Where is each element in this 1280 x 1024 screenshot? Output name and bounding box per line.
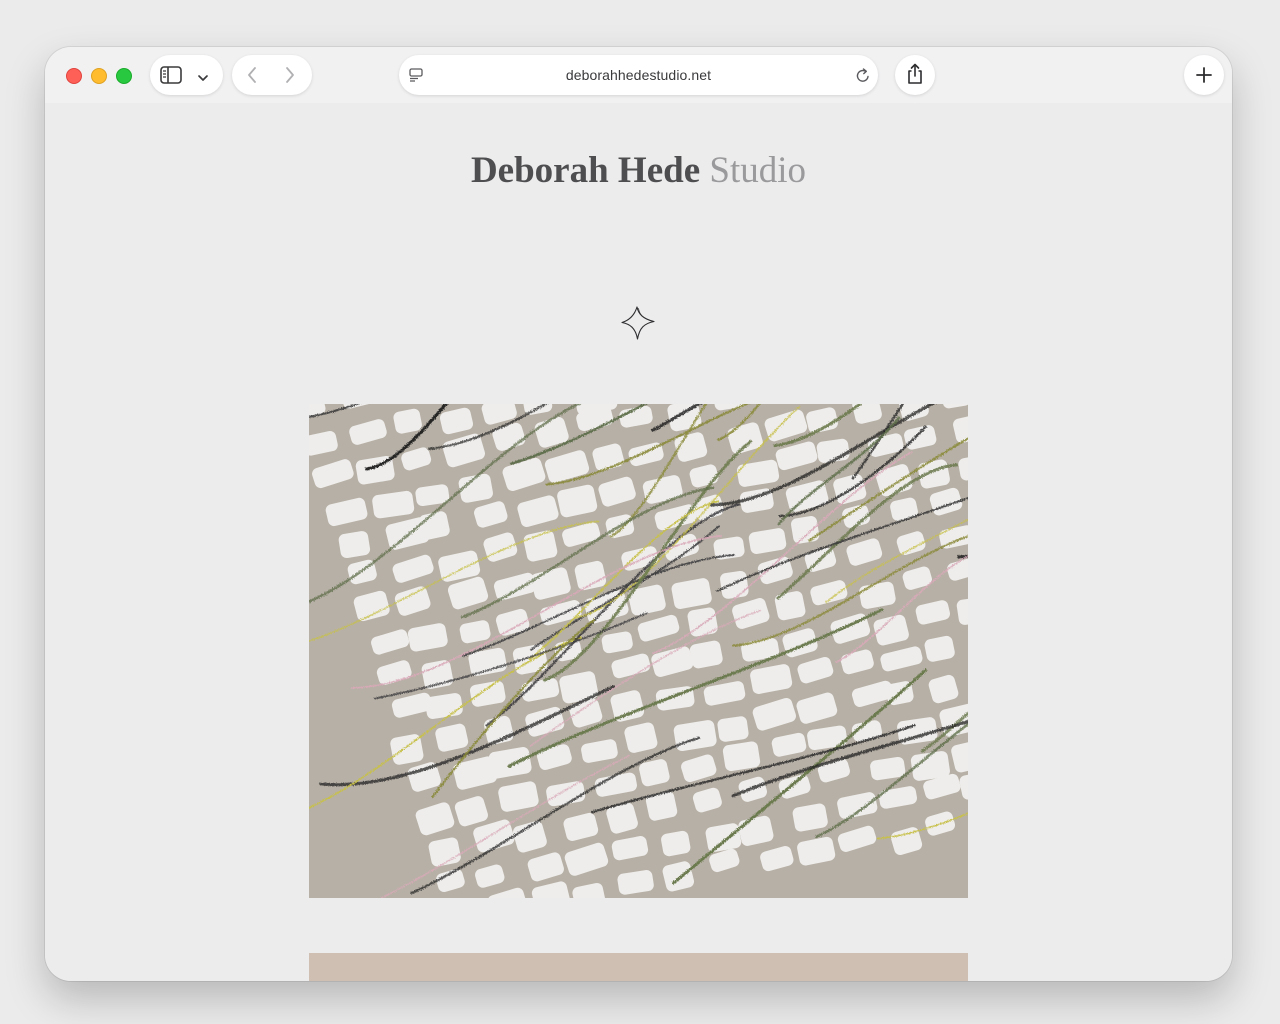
navigation-group bbox=[232, 55, 312, 95]
reload-icon[interactable] bbox=[855, 67, 871, 89]
site-title[interactable]: Deborah Hede Studio bbox=[45, 149, 1232, 192]
forward-icon[interactable] bbox=[284, 66, 296, 89]
sidebar-icon[interactable] bbox=[160, 66, 182, 89]
chevron-down-icon[interactable] bbox=[197, 70, 209, 88]
address-bar[interactable]: deborahhedestudio.net bbox=[399, 55, 878, 95]
new-tab-button[interactable] bbox=[1184, 55, 1224, 95]
share-button[interactable] bbox=[895, 55, 935, 95]
star-logo-icon[interactable] bbox=[620, 305, 656, 346]
close-window-button[interactable] bbox=[66, 68, 82, 84]
web-page: Deborah Hede Studio bbox=[45, 103, 1232, 981]
minimize-window-button[interactable] bbox=[91, 68, 107, 84]
plus-icon bbox=[1195, 66, 1213, 89]
maximize-window-button[interactable] bbox=[116, 68, 132, 84]
share-icon bbox=[906, 63, 924, 90]
sidebar-toggle-group bbox=[150, 55, 223, 95]
back-icon[interactable] bbox=[246, 66, 258, 89]
browser-toolbar: deborahhedestudio.net bbox=[45, 47, 1232, 103]
site-title-secondary[interactable]: Studio bbox=[709, 150, 806, 191]
next-artwork-image[interactable] bbox=[309, 953, 968, 981]
url-text[interactable]: deborahhedestudio.net bbox=[399, 67, 878, 83]
artwork-image[interactable] bbox=[309, 404, 968, 898]
site-title-primary[interactable]: Deborah Hede bbox=[471, 150, 700, 191]
browser-window: deborahhedestudio.net Deborah Hede Studi… bbox=[45, 47, 1232, 981]
